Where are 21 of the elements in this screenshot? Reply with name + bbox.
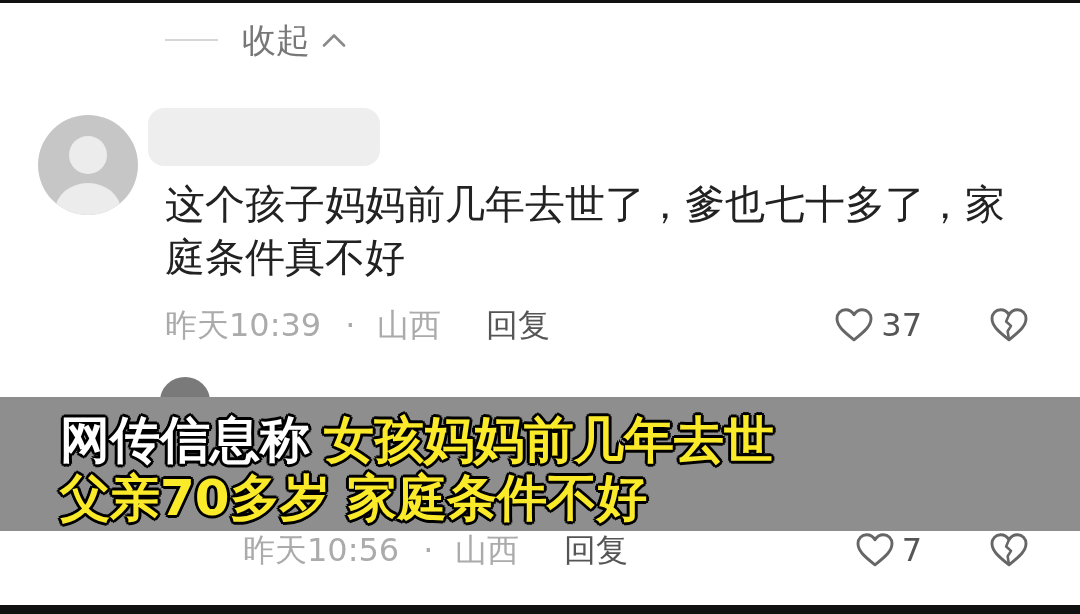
- caption-text: 父亲70多岁 家庭条件不好: [60, 469, 647, 527]
- separator: ·: [423, 533, 434, 567]
- caption-text: 女孩妈妈前几年去世: [324, 411, 774, 469]
- like-button[interactable]: 7: [855, 533, 922, 567]
- caption-text: 网传信息称: [60, 411, 310, 469]
- comment-time: 昨天10:39: [165, 305, 322, 345]
- reply-button[interactable]: 回复: [486, 305, 551, 345]
- dislike-button[interactable]: [990, 533, 1028, 567]
- heart-icon: [835, 308, 874, 342]
- broken-heart-icon: [990, 533, 1028, 567]
- comment-location: 山西: [455, 533, 520, 567]
- heart-icon: [855, 533, 894, 567]
- reply-button[interactable]: 回复: [564, 533, 629, 567]
- broken-heart-icon: [990, 308, 1028, 342]
- comment-time: 昨天10:56: [243, 533, 400, 567]
- like-button[interactable]: 37: [835, 305, 922, 345]
- comment-text: 这个孩子妈妈前几年去世了，爹也七十多了，家庭条件真不好: [164, 180, 1006, 282]
- dislike-button[interactable]: [990, 308, 1028, 342]
- separator: ·: [345, 305, 356, 345]
- collapse-button[interactable]: 收起: [242, 20, 346, 60]
- comment-location: 山西: [377, 305, 442, 345]
